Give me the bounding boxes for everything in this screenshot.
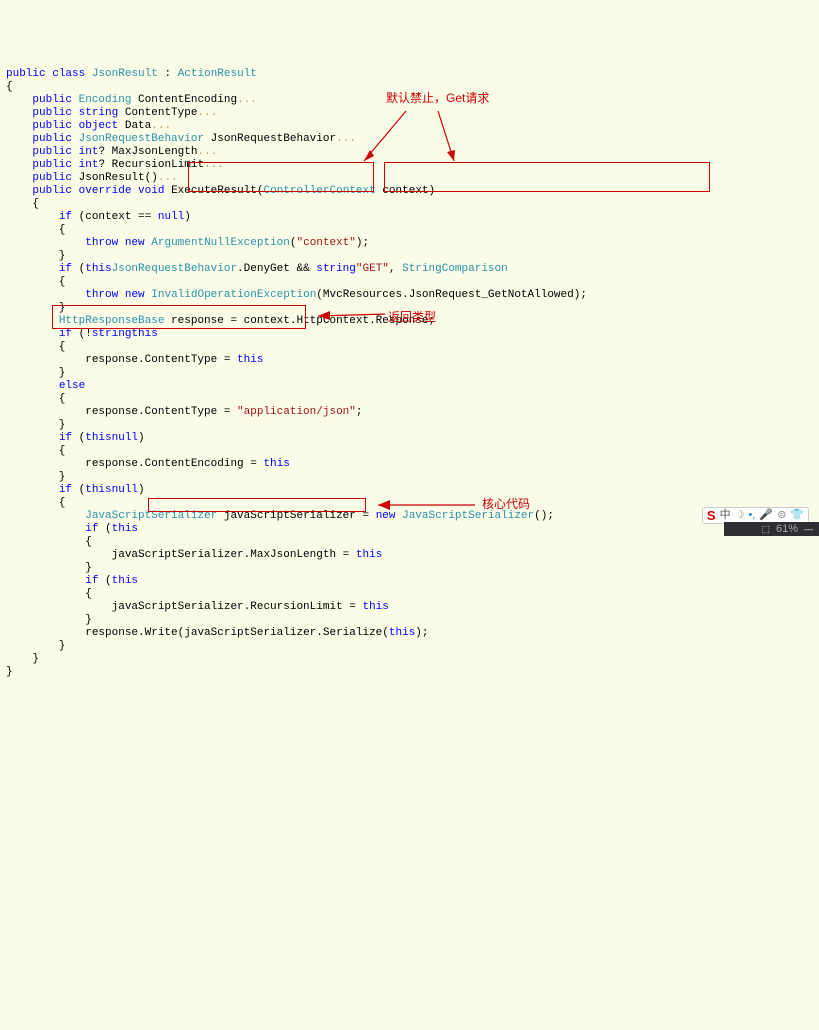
globe-icon[interactable]: ⊜ bbox=[777, 509, 786, 522]
moon-icon[interactable]: ☽ bbox=[735, 509, 745, 522]
ime-lang[interactable]: 中 bbox=[720, 509, 731, 522]
arrow-1b bbox=[430, 106, 470, 166]
mic-icon[interactable]: 🎤 bbox=[759, 509, 773, 522]
skin-icon[interactable]: 👕 bbox=[790, 509, 804, 522]
zoom-percent: 61% bbox=[776, 523, 798, 536]
punct-icon[interactable]: •, bbox=[748, 509, 755, 522]
dash-icon: — bbox=[804, 523, 813, 536]
annotation-denyget: 默认禁止，Get请求 bbox=[386, 92, 489, 105]
arrow-1a bbox=[356, 106, 416, 166]
square-icon: ⬚ bbox=[761, 523, 770, 536]
annotation-returntype: 返回类型 bbox=[388, 311, 436, 324]
arrow-3 bbox=[370, 495, 480, 513]
annotation-core: 核心代码 bbox=[482, 498, 530, 511]
sogou-icon: S bbox=[707, 509, 716, 522]
status-bar: ⬚ 61% — bbox=[724, 522, 819, 536]
arrow-2 bbox=[310, 300, 390, 320]
